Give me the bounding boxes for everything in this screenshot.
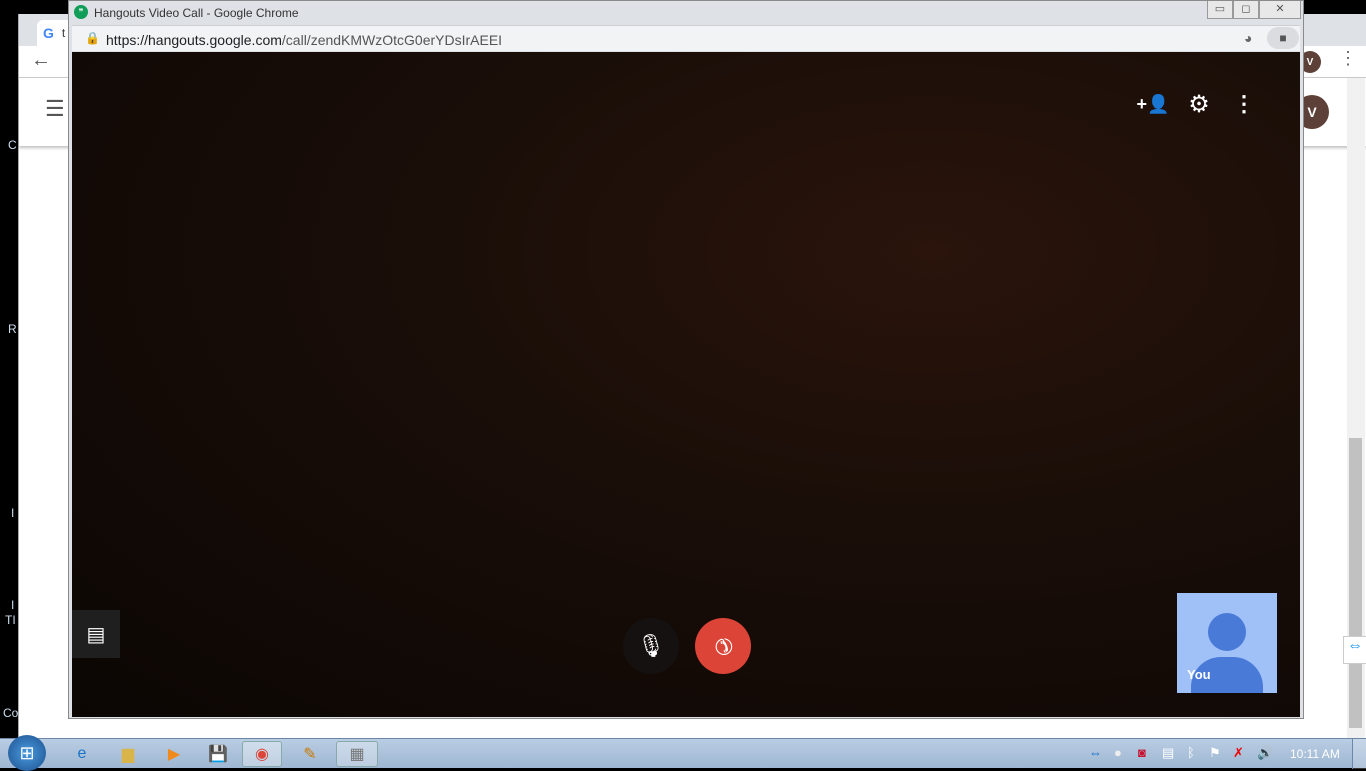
app-icon[interactable]: ✎ <box>290 741 330 767</box>
windows-taskbar: ⊞ e ▆ ▶ 💾 ◉ ✎ ▦ ⇔ ● ◙ ▤ ᛒ ⚑ ✗ 🔊 10:11 AM <box>0 735 1366 771</box>
microphone-icon: 🎙 <box>637 633 665 658</box>
restore-button[interactable]: ◻ <box>1233 1 1259 19</box>
title-bar: ❞ Hangouts Video Call - Google Chrome ▭ … <box>69 1 1303 25</box>
clock[interactable]: 10:11 AM <box>1290 747 1340 761</box>
self-view-tile[interactable]: You <box>1177 593 1277 693</box>
self-label: You <box>1187 667 1211 682</box>
window-title: Hangouts Video Call - Google Chrome <box>94 6 299 20</box>
internet-explorer-icon[interactable]: e <box>62 741 102 767</box>
file-explorer-icon[interactable]: ▆ <box>108 741 148 767</box>
hangouts-icon: ❞ <box>74 5 88 19</box>
media-player-icon[interactable]: ▶ <box>154 741 194 767</box>
minimize-button[interactable]: ▭ <box>1207 1 1233 19</box>
volume-icon[interactable]: 🔊 <box>1257 745 1273 761</box>
power-icon[interactable]: ✗ <box>1233 745 1244 761</box>
add-person-icon[interactable]: +👤 <box>1137 92 1170 116</box>
close-button[interactable]: ✕ <box>1259 1 1301 19</box>
bluetooth-icon[interactable]: ᛒ <box>1187 745 1195 760</box>
scrollbar-thumb[interactable] <box>1349 438 1362 728</box>
chrome-taskbar-button[interactable]: ◉ <box>242 741 282 767</box>
hamburger-icon[interactable]: ☰ <box>45 96 65 122</box>
camera-icon[interactable]: ■ <box>1267 27 1299 49</box>
google-icon: G <box>43 25 54 41</box>
address-bar[interactable]: 🔒 https://hangouts.google.com/call/zendK… <box>72 25 1300 51</box>
cookie-blocked-icon[interactable]: ◕ <box>1244 30 1252 46</box>
self-avatar-head <box>1208 613 1246 651</box>
video-feed: +👤 ⚙ ⋮ ▤ 🎙 ✆ You <box>72 52 1300 717</box>
save-app-icon[interactable]: 💾 <box>198 741 238 767</box>
more-options-icon[interactable]: ⋮ <box>1233 91 1255 116</box>
url-text[interactable]: https://hangouts.google.com/call/zendKMW… <box>106 32 502 48</box>
settings-icon[interactable]: ⚙ <box>1186 91 1212 118</box>
teamviewer-tab-icon[interactable]: ⇔ <box>1343 636 1366 664</box>
taskbar-window-button[interactable]: ▦ <box>336 741 378 767</box>
phone-hangup-icon: ✆ <box>707 630 739 662</box>
chat-button[interactable]: ▤ <box>72 610 120 658</box>
antivirus-tray-icon[interactable]: ◙ <box>1138 745 1146 760</box>
tray-status-icon[interactable]: ● <box>1114 745 1122 760</box>
hang-up-button[interactable]: ✆ <box>695 618 751 674</box>
lock-icon: 🔒 <box>85 31 100 45</box>
start-button[interactable]: ⊞ <box>8 735 46 771</box>
hangouts-popup-window: ❞ Hangouts Video Call - Google Chrome ▭ … <box>68 0 1304 719</box>
show-desktop-button[interactable] <box>1352 739 1366 769</box>
chat-icon: ▤ <box>86 623 106 646</box>
menu-icon[interactable]: ⋮ <box>1339 48 1357 69</box>
network-icon[interactable]: ▤ <box>1162 745 1174 761</box>
action-center-flag-icon[interactable]: ⚑ <box>1209 745 1221 761</box>
microphone-button[interactable]: 🎙 <box>623 618 679 674</box>
teamviewer-tray-icon[interactable]: ⇔ <box>1089 745 1102 760</box>
back-icon[interactable]: ← <box>31 49 51 72</box>
